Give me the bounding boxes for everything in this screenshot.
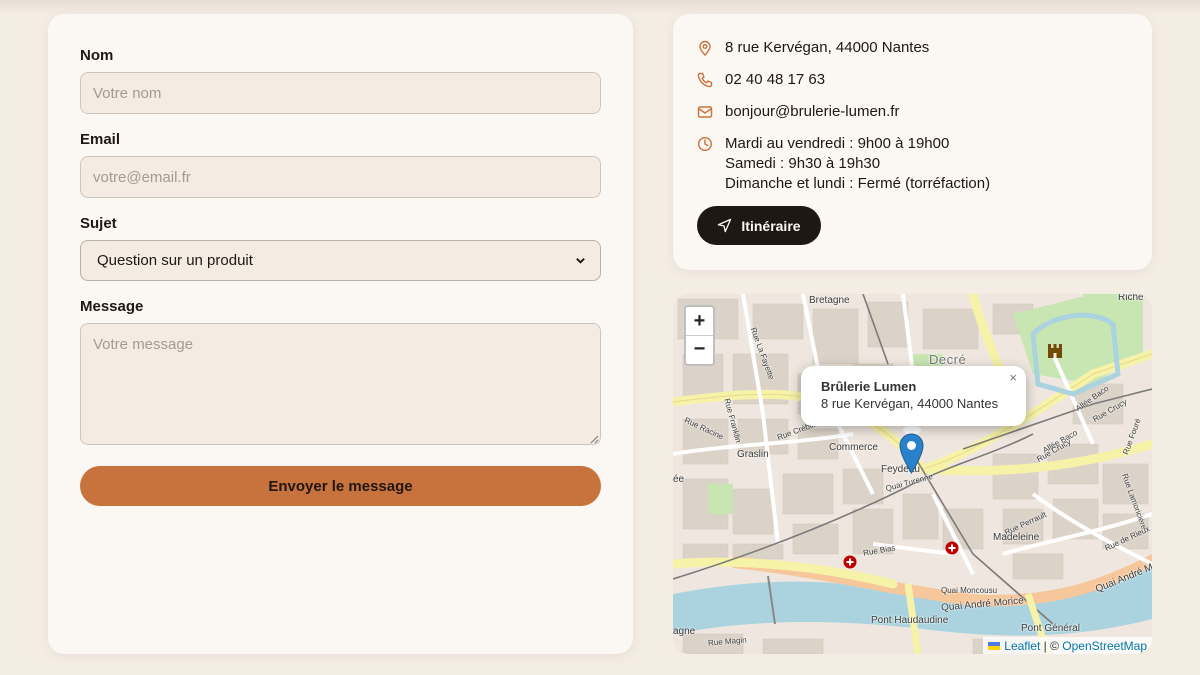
map-label-edge-ee: ée (673, 474, 685, 485)
email-row: bonjour@brulerie-lumen.fr (697, 102, 899, 122)
zoom-control: + − (684, 305, 715, 366)
send-message-button[interactable]: Envoyer le message (80, 466, 601, 506)
map-label-madeleine: Madeleine (993, 532, 1040, 543)
map-attribution: Leaflet | © OpenStreetMap (983, 637, 1152, 654)
leaflet-link[interactable]: Leaflet (1004, 639, 1040, 653)
ukraine-flag-icon (988, 641, 1001, 650)
message-textarea[interactable] (80, 323, 601, 445)
hours-line-weekdays: Mardi au vendredi : 9h00 à 19h00 (725, 135, 950, 152)
navigation-icon (718, 218, 732, 233)
map-marker-icon[interactable] (899, 433, 924, 474)
map-pin-icon (699, 40, 711, 56)
contact-info-card: 8 rue Kervégan, 44000 Nantes 02 40 48 17… (673, 14, 1152, 270)
mail-icon (697, 106, 713, 118)
subject-select-value: Question sur un produit (97, 252, 253, 269)
address-text: 8 rue Kervégan, 44000 Nantes (725, 39, 930, 56)
map-label-commerce: Commerce (829, 442, 878, 453)
zoom-out-button[interactable]: − (686, 335, 713, 363)
map-label-decre: Decré (929, 352, 967, 367)
map-widget[interactable]: Bretagne Decré Riche Rue La Fayette Rue … (673, 294, 1152, 654)
popup-close-button[interactable]: × (1009, 370, 1017, 385)
map-label-richebourg: Riche (1118, 294, 1144, 303)
phone-row: 02 40 48 17 63 (697, 70, 825, 90)
map-label-quai-moncousu: Quai Moncousu (941, 586, 998, 595)
popup-address: 8 rue Kervégan, 44000 Nantes (821, 396, 999, 411)
subject-label: Sujet (80, 215, 117, 232)
email-label: Email (80, 131, 121, 148)
chevron-down-icon (576, 258, 585, 264)
map-popup: Brûlerie Lumen 8 rue Kervégan, 44000 Nan… (801, 366, 1026, 426)
phone-icon (697, 72, 713, 88)
phone-text: 02 40 48 17 63 (725, 71, 826, 88)
name-input[interactable] (80, 72, 601, 114)
popup-title: Brûlerie Lumen (821, 379, 917, 394)
itinerary-button[interactable]: Itinéraire (697, 206, 821, 245)
openstreetmap-link[interactable]: OpenStreetMap (1062, 639, 1147, 653)
message-label: Message (80, 298, 144, 315)
pharmacy-icon[interactable] (945, 541, 959, 555)
itinerary-label: Itinéraire (741, 217, 801, 234)
resize-grip-icon[interactable] (589, 434, 599, 444)
map-label-bretagne: Bretagne (809, 295, 850, 306)
map-label-edge-agne: agne (673, 626, 696, 637)
attribution-separator: | © (1040, 638, 1063, 653)
clock-icon (697, 136, 713, 152)
contact-form-card: Nom Email Sujet Question sur un produit … (48, 14, 633, 654)
name-label: Nom (80, 47, 114, 64)
email-text: bonjour@brulerie-lumen.fr (725, 103, 900, 120)
address-row: 8 rue Kervégan, 44000 Nantes (697, 38, 929, 58)
map-label-pont-haudaudine: Pont Haudaudine (871, 615, 949, 626)
map-label-graslin: Graslin (737, 449, 769, 460)
hours-row: Mardi au vendredi : 9h00 à 19h00 Samedi … (697, 134, 990, 194)
zoom-in-button[interactable]: + (686, 307, 713, 335)
opening-hours: Mardi au vendredi : 9h00 à 19h00 Samedi … (725, 134, 990, 194)
subject-select[interactable]: Question sur un produit (80, 240, 601, 281)
pharmacy-icon[interactable] (843, 555, 857, 569)
hours-line-closed: Dimanche et lundi : Fermé (torréfaction) (725, 175, 991, 192)
page-top-shadow (0, 0, 1200, 14)
email-input[interactable] (80, 156, 601, 198)
map-label-pont-general: Pont Général (1021, 623, 1080, 634)
hours-line-saturday: Samedi : 9h30 à 19h30 (725, 155, 881, 172)
